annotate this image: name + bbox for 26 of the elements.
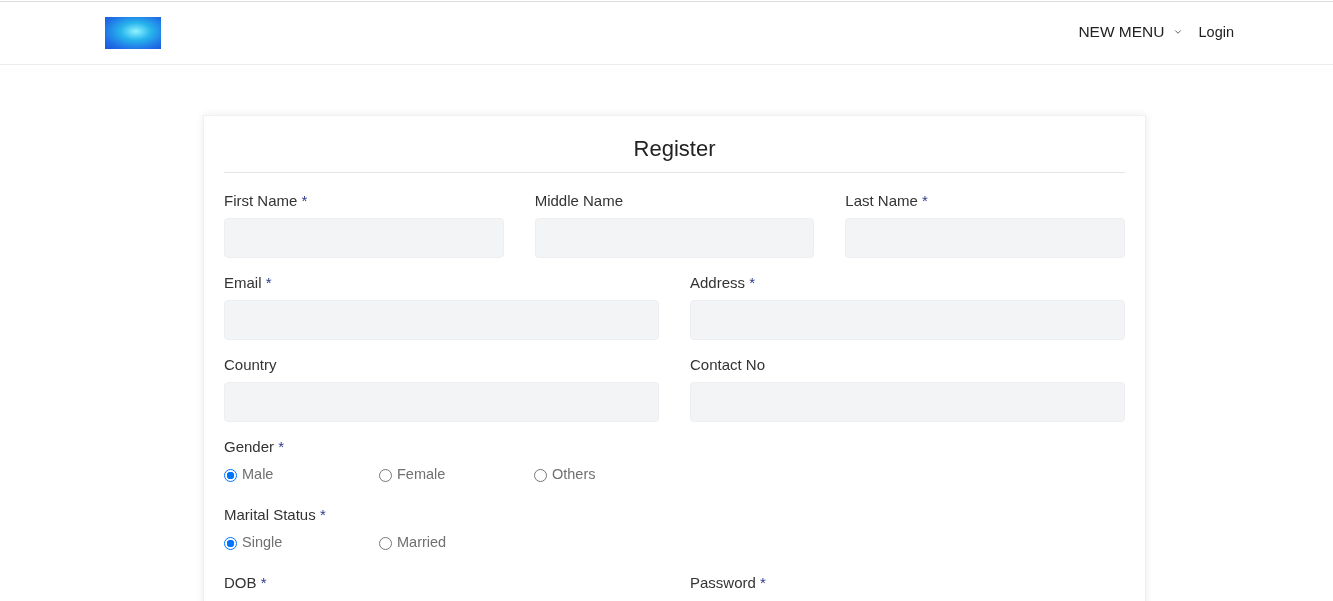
field-label: First Name * — [224, 191, 308, 211]
login-link[interactable]: Login — [1198, 24, 1234, 40]
chevron-down-icon — [1172, 27, 1183, 37]
field-label: Email * — [224, 273, 272, 293]
field-label: DOB * — [224, 573, 267, 593]
radio-label[interactable]: Female — [397, 464, 446, 484]
menu-dropdown[interactable]: NEW MENU — [1078, 23, 1183, 41]
field-label: Password * — [690, 573, 766, 593]
logo-placeholder[interactable] — [105, 17, 161, 49]
radio-button[interactable] — [534, 468, 547, 482]
radio-button[interactable] — [379, 468, 392, 482]
field-label: Gender * — [224, 437, 285, 457]
radio-button[interactable] — [379, 536, 392, 550]
field-label: Marital Status * — [224, 505, 326, 525]
field-label: Last Name * — [845, 191, 928, 211]
radio-button[interactable] — [224, 468, 237, 482]
form-title: Register — [632, 135, 717, 163]
field-label: Contact No — [690, 355, 766, 375]
field-label: Middle Name — [534, 191, 624, 211]
radio-label[interactable]: Others — [552, 464, 596, 484]
radio-label[interactable]: Single — [242, 532, 283, 552]
field-label: Country — [224, 355, 277, 375]
field-label: Address * — [690, 273, 756, 293]
radio-label[interactable]: Male — [242, 464, 274, 484]
radio-label[interactable]: Married — [397, 532, 447, 552]
radio-button[interactable] — [224, 536, 237, 550]
